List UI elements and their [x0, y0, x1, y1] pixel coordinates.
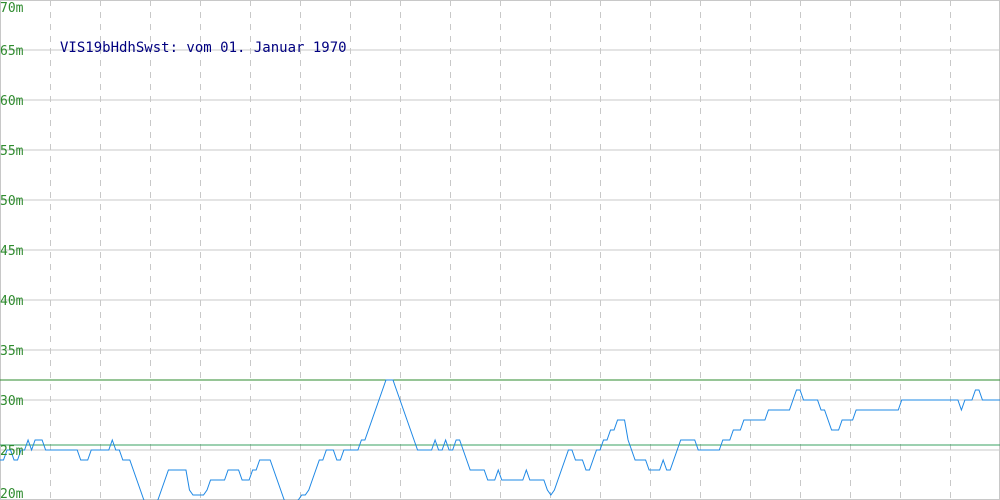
line-chart: 20m 25m 30m 35m 40m 45m 50m 55m 60m 65m 70m VIS19b… [0, 0, 1000, 500]
grid [0, 0, 1000, 500]
y-tick-label: 45m [0, 244, 24, 259]
y-tick-label: 20m [0, 487, 24, 500]
y-tick-label: 30m [0, 394, 24, 409]
chart-title: VIS19bHdhSwst: vom 01. Januar 1970 [60, 40, 347, 56]
y-tick-label: 65m [0, 44, 24, 59]
chart-container: 20m 25m 30m 35m 40m 45m 50m 55m 60m 65m 70m VIS19b… [0, 0, 1000, 500]
y-tick-label: 50m [0, 194, 24, 209]
y-tick-label: 60m [0, 94, 24, 109]
y-tick-label: 40m [0, 294, 24, 309]
y-tick-label: 70m [0, 1, 24, 16]
y-tick-label: 35m [0, 344, 24, 359]
y-tick-label: 25m [0, 444, 24, 459]
y-tick-label: 55m [0, 144, 24, 159]
y-axis-ticks: 20m 25m 30m 35m 40m 45m 50m 55m 60m 65m 70m [0, 1, 24, 500]
